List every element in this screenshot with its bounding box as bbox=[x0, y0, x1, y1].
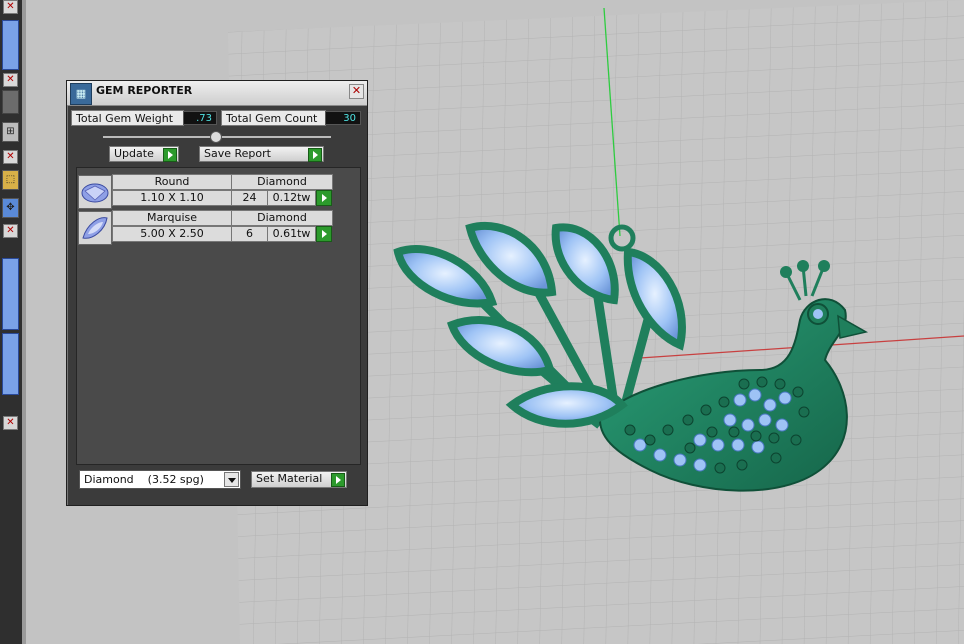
gem-shape: Round bbox=[112, 174, 232, 190]
left-toolbar: ✕ ✕ ⊞ ✕ ⬚ ✥ ✕ ✕ bbox=[0, 0, 23, 644]
grid-icon[interactable]: ⊞ bbox=[2, 122, 19, 142]
tool-list-button[interactable] bbox=[2, 258, 19, 330]
select-tool-icon[interactable]: ⬚ bbox=[2, 170, 19, 190]
gem-material: Diamond bbox=[231, 210, 333, 226]
play-arrow-icon bbox=[331, 473, 345, 487]
close-icon[interactable]: ✕ bbox=[3, 416, 18, 430]
round-gem-icon bbox=[78, 175, 112, 209]
size-slider-handle[interactable] bbox=[210, 131, 222, 143]
close-icon[interactable]: ✕ bbox=[3, 150, 18, 164]
update-button-label: Update bbox=[114, 147, 154, 160]
close-button[interactable]: ✕ bbox=[349, 84, 364, 99]
close-icon[interactable]: ✕ bbox=[3, 0, 18, 14]
gem-material: Diamond bbox=[231, 174, 333, 190]
gem-count: 6 bbox=[231, 226, 268, 242]
tool-button[interactable] bbox=[2, 90, 19, 114]
gem-size: 5.00 X 2.50 bbox=[112, 226, 232, 242]
chevron-down-icon[interactable] bbox=[224, 472, 239, 487]
save-report-label: Save Report bbox=[204, 147, 271, 160]
panel-titlebar[interactable]: ▦ GEM REPORTER ✕ bbox=[67, 81, 367, 106]
gem-reporter-icon: ▦ bbox=[70, 83, 92, 105]
navigate-icon[interactable]: ✥ bbox=[2, 198, 19, 218]
total-gem-weight-label: Total Gem Weight bbox=[71, 110, 184, 126]
gem-weight: 0.61tw bbox=[267, 226, 316, 242]
select-gem-button[interactable] bbox=[316, 190, 332, 206]
set-material-button[interactable]: Set Material bbox=[251, 471, 347, 488]
total-gem-weight-value: .73 bbox=[183, 111, 217, 125]
total-gem-count-value: 30 bbox=[325, 111, 361, 125]
select-gem-button[interactable] bbox=[316, 226, 332, 242]
gem-list: Round Diamond 1.10 X 1.10 24 0.12tw Marq… bbox=[76, 167, 361, 465]
total-gem-count-label: Total Gem Count bbox=[221, 110, 326, 126]
play-arrow-icon bbox=[308, 148, 322, 162]
close-icon[interactable]: ✕ bbox=[3, 224, 18, 238]
set-material-label: Set Material bbox=[256, 472, 323, 485]
gem-count: 24 bbox=[231, 190, 268, 206]
marquise-gem-icon bbox=[78, 211, 112, 245]
gem-row-marquise[interactable]: Marquise Diamond 5.00 X 2.50 6 0.61tw bbox=[77, 210, 337, 245]
gem-weight: 0.12tw bbox=[267, 190, 316, 206]
update-button[interactable]: Update bbox=[109, 146, 179, 162]
material-selected-value: Diamond (3.52 spg) bbox=[84, 473, 204, 486]
tool-list-button[interactable] bbox=[2, 333, 19, 395]
gem-row-round[interactable]: Round Diamond 1.10 X 1.10 24 0.12tw bbox=[77, 174, 337, 209]
panel-title: GEM REPORTER bbox=[96, 84, 193, 97]
gem-shape: Marquise bbox=[112, 210, 232, 226]
gem-reporter-panel: ▦ GEM REPORTER ✕ Total Gem Weight .73 To… bbox=[66, 80, 368, 506]
close-icon[interactable]: ✕ bbox=[3, 73, 18, 87]
save-report-button[interactable]: Save Report bbox=[199, 146, 324, 162]
tool-panel-button[interactable] bbox=[2, 20, 19, 70]
material-dropdown[interactable]: Diamond (3.52 spg) bbox=[79, 470, 241, 489]
play-arrow-icon bbox=[163, 148, 177, 162]
gem-size: 1.10 X 1.10 bbox=[112, 190, 232, 206]
